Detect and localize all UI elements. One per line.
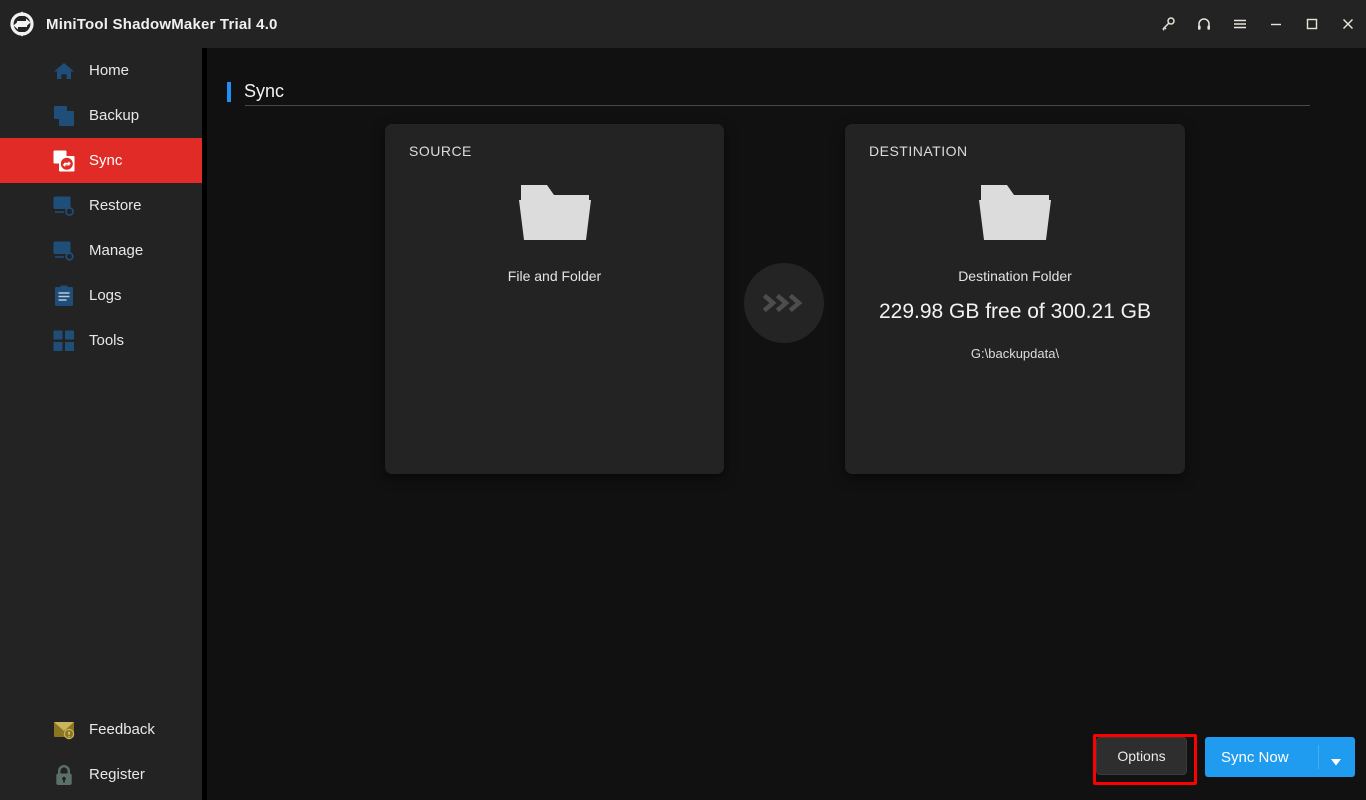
sidebar: Home Backup Sync Restore Manage Logs Too… [0, 48, 202, 800]
sidebar-item-label: Backup [89, 107, 140, 124]
destination-caption: Destination Folder [958, 268, 1072, 284]
destination-free-space: 229.98 GB free of 300.21 GB [878, 300, 1151, 323]
sidebar-item-label: Register [89, 766, 145, 783]
key-icon[interactable] [1150, 0, 1186, 48]
headset-icon[interactable] [1186, 0, 1222, 48]
application-window: MiniTool ShadowMaker Trial 4.0 Home Back… [0, 0, 1366, 800]
sidebar-item-logs[interactable]: Logs [0, 273, 202, 318]
options-button-label: Options [1117, 748, 1166, 764]
sidebar-item-label: Restore [89, 197, 142, 214]
sidebar-item-label: Tools [89, 332, 125, 349]
main-content: Sync SOURCE File and Folder DESTINATION … [207, 48, 1366, 800]
sidebar-item-home[interactable]: Home [0, 48, 202, 93]
sidebar-item-register[interactable]: Register [0, 752, 202, 797]
source-label: SOURCE [409, 143, 472, 159]
close-icon[interactable] [1330, 0, 1366, 48]
manage-icon [53, 240, 75, 262]
sidebar-item-restore[interactable]: Restore [0, 183, 202, 228]
maximize-icon[interactable] [1294, 0, 1330, 48]
backup-icon [53, 105, 75, 127]
app-title: MiniTool ShadowMaker Trial 4.0 [46, 15, 278, 33]
restore-icon [53, 195, 75, 217]
sidebar-item-label: Logs [89, 287, 122, 304]
home-icon [53, 60, 75, 82]
destination-label: DESTINATION [869, 143, 968, 159]
source-panel[interactable]: SOURCE File and Folder [385, 124, 724, 474]
header-divider [245, 105, 1310, 106]
sync-now-separator [1318, 745, 1319, 769]
hamburger-menu-icon[interactable] [1222, 0, 1258, 48]
destination-panel[interactable]: DESTINATION Destination Folder 229.98 GB… [845, 124, 1185, 474]
sync-now-button-label: Sync Now [1221, 748, 1289, 766]
source-folder-icon [385, 179, 724, 245]
sidebar-item-sync[interactable]: Sync [0, 138, 202, 183]
sync-now-button[interactable]: Sync Now [1205, 737, 1355, 777]
sidebar-item-manage[interactable]: Manage [0, 228, 202, 273]
tools-icon [53, 330, 75, 352]
page-title: Sync [244, 81, 285, 101]
sync-logo-icon [8, 10, 36, 38]
page-header: Sync [227, 81, 284, 102]
destination-folder-icon [845, 179, 1185, 245]
sidebar-item-label: Manage [89, 242, 144, 259]
logs-icon [53, 285, 75, 307]
sidebar-item-label: Feedback [89, 721, 155, 738]
sidebar-item-label: Home [89, 62, 130, 79]
title-bar: MiniTool ShadowMaker Trial 4.0 [0, 0, 1366, 48]
feedback-envelope-icon [53, 719, 75, 741]
chevrons-right-icon [744, 263, 824, 343]
sidebar-item-feedback[interactable]: Feedback [0, 707, 202, 752]
sidebar-item-backup[interactable]: Backup [0, 93, 202, 138]
source-caption: File and Folder [507, 268, 602, 284]
sync-icon [53, 150, 75, 172]
sidebar-item-tools[interactable]: Tools [0, 318, 202, 363]
accent-bar [227, 81, 231, 102]
minimize-icon[interactable] [1258, 0, 1294, 48]
sidebar-item-label: Sync [89, 152, 123, 169]
destination-path: G:\backupdata\ [970, 346, 1060, 361]
lock-icon [53, 764, 75, 786]
caret-down-icon[interactable] [1331, 753, 1341, 771]
options-button[interactable]: Options [1096, 737, 1187, 775]
window-controls [1150, 0, 1366, 48]
